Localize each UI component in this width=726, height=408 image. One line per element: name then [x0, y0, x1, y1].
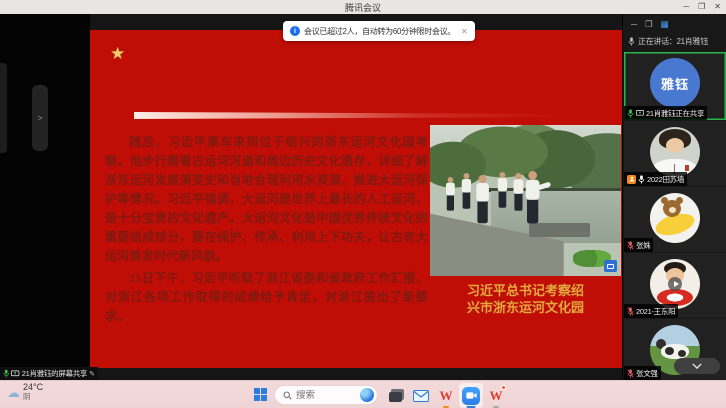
bing-orb-icon[interactable] [360, 388, 374, 402]
screen-share-icon [11, 370, 19, 378]
wps-icon: W [440, 389, 453, 402]
window-titlebar: 腾讯会议 ─ ❐ ✕ [0, 0, 726, 14]
start-button[interactable] [254, 388, 268, 402]
slide-paragraph-2: 21日下午，习近平听取了浙江省委和省政府工作汇报，对浙江各项工作取得的成绩给予肯… [105, 269, 428, 326]
mic-muted-icon [627, 241, 634, 250]
participant-tile-2022[interactable]: 2022田苏墙 [624, 121, 726, 186]
star-icon: ★ [110, 44, 125, 64]
screen-share-icon [636, 110, 644, 117]
person-figure [461, 173, 471, 209]
maximize-button[interactable]: ❐ [698, 3, 705, 11]
shared-slide: ★ 随后，习近平乘车来到位于绍兴的浙东运河文化园考察。他步行察看古运河河道和周边… [90, 30, 622, 368]
photo-watermark [604, 260, 617, 272]
weather-desc: 阴 [23, 393, 43, 401]
participant-name-tag: 张姝 [624, 238, 653, 252]
participant-name-tag: 2022田苏墙 [624, 172, 687, 186]
share-banner-text: 21肖雅钰的屏幕共享 [22, 368, 87, 379]
participant-name-tag: 21肖雅钰正在共享 [624, 106, 707, 120]
participant-name: 张文强 [636, 368, 658, 379]
caption-line-1: 习近平总书记考察绍 [430, 282, 621, 299]
participant-name-tag: 2021-王东阳 [624, 304, 678, 318]
participant-tile-wangdongyang[interactable]: 2021-王东阳 [624, 253, 726, 318]
photo-stone-bench [529, 223, 590, 237]
windows-logo-icon [254, 388, 260, 394]
active-speaker-row: 正在讲话：21肖雅钰 [628, 36, 726, 47]
toast-close-icon[interactable]: ✕ [461, 27, 468, 36]
screen-share-letterbox [0, 14, 90, 380]
slide-paragraph-1: 随后，习近平乘车来到位于绍兴的浙东运河文化园考察。他步行察看古运河河道和周边历史… [105, 133, 428, 266]
expand-panel-button[interactable]: > [32, 85, 48, 151]
weather-widget[interactable]: ☁ 24°C 阴 [7, 383, 43, 401]
avatar-text: 雅钰 [661, 74, 689, 93]
person-figure [513, 173, 524, 211]
window-controls: ─ ❐ ✕ [683, 0, 721, 14]
mic-on-icon [3, 369, 9, 378]
person-figure-leader [525, 171, 540, 224]
cloud-icon: ☁ [7, 386, 20, 399]
meeting-toast: i 会议已超过2人，自动转为60分钟限时会议。 ✕ [283, 21, 475, 41]
search-input[interactable] [296, 390, 356, 401]
mail-button[interactable] [409, 383, 433, 408]
close-button[interactable]: ✕ [714, 3, 721, 11]
mic-icon [628, 37, 635, 46]
participant-tile-yayu[interactable]: 雅钰 21肖雅钰正在共享 [624, 52, 726, 120]
slide-body-text: 随后，习近平乘车来到位于绍兴的浙东运河文化园考察。他步行察看古运河河道和周边历史… [105, 133, 428, 329]
mic-on-icon [627, 109, 634, 118]
grid-view-icon[interactable]: ▦ [661, 20, 669, 29]
collapse-videos-button[interactable] [674, 358, 720, 374]
person-figure [475, 175, 489, 223]
avatar-bear [650, 193, 700, 243]
participant-name: 张姝 [636, 240, 650, 251]
participant-name: 2021-王东阳 [636, 306, 675, 317]
slide-photo-canal-visit [430, 125, 621, 276]
file-explorer-button[interactable] [384, 383, 408, 408]
info-icon: i [290, 26, 300, 36]
avatar-kid-photo [650, 259, 700, 309]
annotate-icon[interactable]: ✎ [89, 370, 95, 378]
ribbon-decoration [134, 112, 622, 119]
windows-taskbar: ☁ 24°C 阴 W [0, 380, 726, 408]
avatar-initials: 雅钰 [650, 58, 700, 108]
mic-muted-icon [627, 369, 634, 378]
folder-icon [389, 389, 404, 402]
wps-button[interactable]: W [434, 383, 458, 408]
person-figure [445, 177, 455, 211]
search-icon [283, 391, 292, 400]
host-badge-icon [627, 175, 636, 184]
collapsed-toolbar-strip [0, 63, 7, 153]
participant-name-tag: 张文强 [624, 366, 661, 380]
wps-docs-button[interactable]: W [484, 383, 508, 408]
panel-minimize-icon[interactable]: ─ [631, 20, 637, 29]
pinned-apps: W W [384, 383, 508, 408]
participants-sidebar: ─ ❐ ▦ 正在讲话：21肖雅钰 雅钰 21肖雅钰正在共享 [622, 14, 726, 380]
play-icon [668, 277, 682, 291]
taskbar-search[interactable] [274, 385, 378, 405]
window-title: 腾讯会议 [345, 1, 381, 14]
wps-icon: W [490, 389, 503, 402]
photo-caption: 习近平总书记考察绍 兴市浙东运河文化园 [430, 282, 621, 316]
mic-on-icon [638, 175, 645, 184]
alert-badge [501, 385, 506, 390]
caption-line-2: 兴市浙东运河文化园 [430, 299, 621, 316]
tencent-meeting-icon [462, 387, 480, 405]
avatar-photo-boy [650, 127, 700, 177]
mail-icon [413, 390, 429, 402]
chevron-down-icon [692, 363, 702, 369]
participant-name: 21肖雅钰正在共享 [646, 108, 704, 119]
active-speaker-label: 正在讲话：21肖雅钰 [638, 36, 708, 47]
panel-float-icon[interactable]: ❐ [645, 20, 653, 29]
tencent-meeting-button[interactable] [459, 383, 483, 408]
participant-name: 2022田苏墙 [647, 174, 684, 185]
panel-controls: ─ ❐ ▦ [631, 18, 669, 30]
participant-tile-zhangshu[interactable]: 张姝 [624, 187, 726, 252]
toast-text: 会议已超过2人，自动转为60分钟限时会议。 [304, 26, 455, 37]
screen-share-banner[interactable]: 21肖雅钰的屏幕共享 ✎ [0, 367, 98, 380]
chevron-right-icon: > [37, 113, 42, 123]
mic-muted-icon [627, 307, 634, 316]
screen: 腾讯会议 ─ ❐ ✕ > ★ 随后，习近平乘车来到位于绍兴的浙东运河文化园考察。… [0, 0, 726, 408]
person-figure [497, 172, 507, 208]
minimize-button[interactable]: ─ [683, 3, 689, 11]
